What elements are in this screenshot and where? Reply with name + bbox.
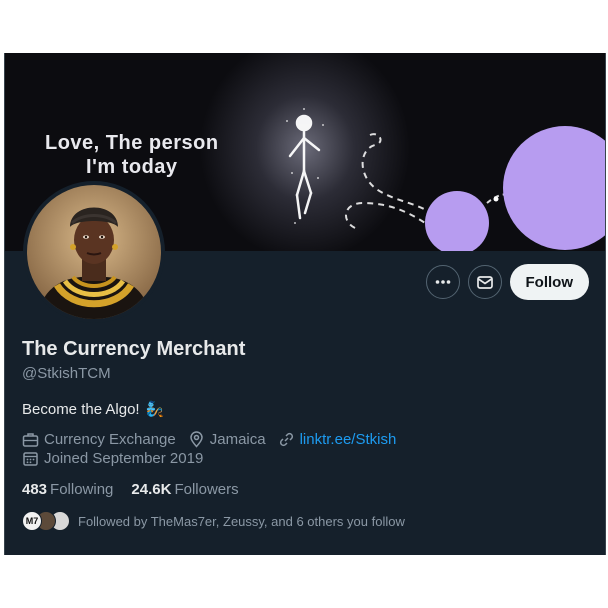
following-count: 483: [22, 481, 48, 498]
genie-emoji-icon: 🧞: [145, 401, 165, 418]
followed-by: M7 Followed by TheMas7er, Zeussy, and 6 …: [22, 511, 405, 531]
profile-actions: Follow: [425, 264, 589, 300]
followers-stat[interactable]: 24.6K Followers: [131, 481, 238, 498]
profile-joined: Joined September 2019: [22, 450, 215, 467]
followers-label: Followers: [174, 481, 239, 498]
follow-button[interactable]: Follow: [509, 264, 589, 300]
avatar-image: [27, 185, 161, 319]
website-item[interactable]: linktr.ee/Stkish: [278, 431, 397, 448]
banner-caption-line1: Love, The person: [45, 132, 219, 154]
profile-meta: Currency Exchange Jamaica linktr.ee/Stki…: [22, 431, 408, 448]
category-label: Currency Exchange: [44, 431, 176, 448]
follower-avatar-1[interactable]: M7: [22, 511, 42, 531]
calendar-icon: [23, 452, 38, 466]
following-stat[interactable]: 483 Following: [22, 481, 113, 498]
profile-name: The Currency Merchant: [22, 338, 246, 360]
joined-label: Joined September 2019: [44, 450, 204, 467]
profile-bio: Become the Algo! 🧞: [22, 400, 165, 419]
follow-stats: 483 Following 24.6K Followers: [22, 481, 239, 498]
banner-caption: Love, The person I'm today: [45, 131, 219, 179]
profile-card: Love, The person I'm today Follow The Cu…: [4, 53, 606, 555]
banner-caption-line2: I'm today: [86, 156, 178, 178]
more-options-button[interactable]: [425, 265, 460, 299]
following-label: Following: [50, 481, 114, 498]
location-item: Jamaica: [188, 431, 266, 448]
message-button[interactable]: [467, 265, 502, 299]
followers-count: 24.6K: [131, 481, 172, 498]
briefcase-icon: [22, 433, 39, 447]
bio-text: Become the Algo!: [22, 400, 140, 418]
link-icon: [279, 432, 293, 447]
location-label: Jamaica: [209, 431, 266, 448]
location-pin-icon: [189, 431, 203, 448]
more-horizontal-icon: [435, 280, 450, 284]
avatar[interactable]: [23, 181, 165, 323]
website-link[interactable]: linktr.ee/Stkish: [300, 431, 397, 448]
category-item: Currency Exchange: [22, 431, 176, 448]
envelope-icon: [476, 276, 493, 289]
joined-item: Joined September 2019: [22, 450, 203, 467]
profile-handle: @StkishTCM: [22, 365, 111, 382]
followed-by-text[interactable]: Followed by TheMas7er, Zeussy, and 6 oth…: [78, 514, 405, 529]
